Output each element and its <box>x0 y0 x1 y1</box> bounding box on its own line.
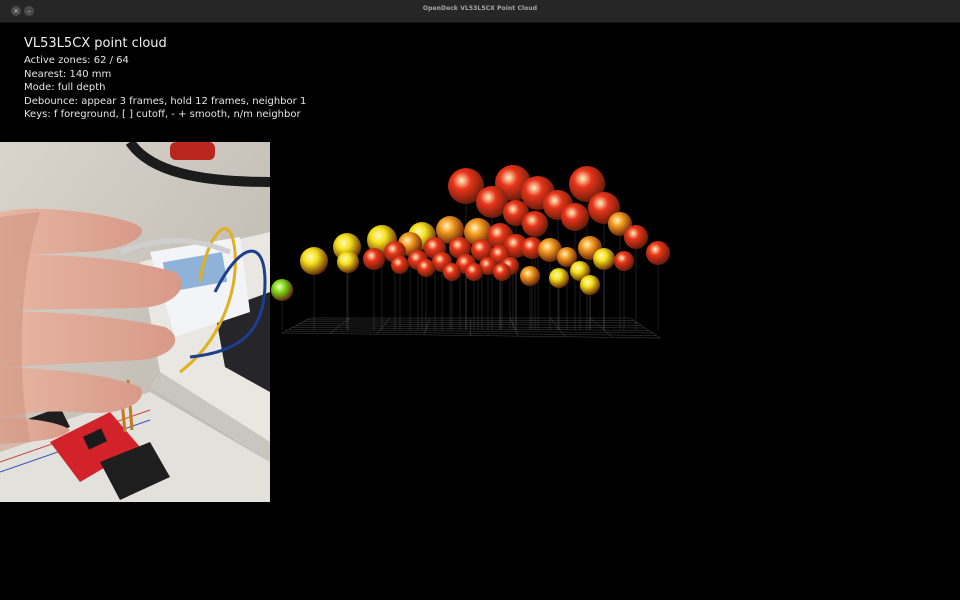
zone-sphere <box>493 263 511 281</box>
zone-sphere <box>561 203 589 231</box>
window-titlebar: × – OpenDeck VL53L5CX Point Cloud <box>0 0 960 23</box>
zone-sphere <box>549 268 569 288</box>
nearest-readout: Nearest: 140 mm <box>24 68 112 80</box>
camera-feed <box>0 139 271 502</box>
point-cloud-spheres <box>271 165 670 330</box>
point-cloud-canvas[interactable] <box>270 140 690 360</box>
keys-help: Keys: f foreground, [ ] cutoff, - + smoo… <box>24 109 301 120</box>
zone-sphere <box>465 263 483 281</box>
window-title: OpenDeck VL53L5CX Point Cloud <box>422 5 538 12</box>
zone-sphere <box>271 279 293 301</box>
zone-sphere <box>443 263 461 281</box>
hud-title: VL53L5CX point cloud <box>24 36 167 51</box>
floor-grid <box>281 317 661 339</box>
zone-sphere <box>363 248 385 270</box>
zone-sphere <box>520 266 540 286</box>
point-cloud-view[interactable] <box>270 140 690 364</box>
camera-feed-image <box>0 139 271 502</box>
zone-sphere <box>593 248 615 270</box>
hud-overlay: VL53L5CX point cloud Active zones: 62 / … <box>24 36 306 122</box>
zone-sphere <box>391 256 409 274</box>
zone-sphere <box>522 211 548 237</box>
mode-readout: Mode: full depth <box>24 82 106 93</box>
zone-sphere <box>417 259 435 277</box>
zone-sphere <box>614 251 634 271</box>
zone-sphere <box>580 275 600 295</box>
zone-sphere <box>646 241 670 265</box>
zone-sphere <box>624 225 648 249</box>
zone-sphere <box>337 251 359 273</box>
zone-sphere <box>300 247 328 275</box>
active-zones-readout: Active zones: 62 / 64 <box>24 55 129 66</box>
debounce-readout: Debounce: appear 3 frames, hold 12 frame… <box>24 95 307 107</box>
